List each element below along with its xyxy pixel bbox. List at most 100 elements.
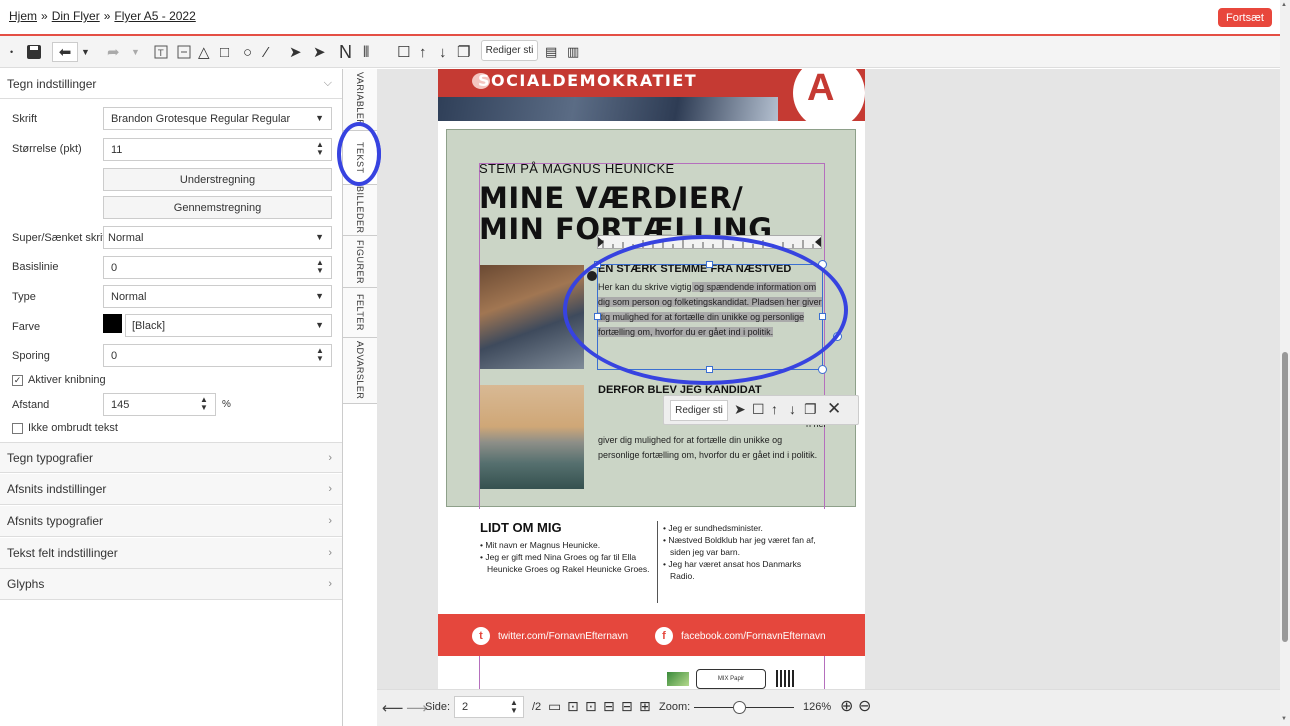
- section-paragraph-settings[interactable]: Afsnits indstillinger ›: [0, 474, 342, 505]
- about-list-left[interactable]: • Mit navn er Magnus Heunicke. • Jeg er …: [480, 539, 650, 575]
- annotation-ellipse: [563, 235, 848, 385]
- facebook-link[interactable]: f facebook.com/FornavnEfternavn: [655, 627, 826, 645]
- breadcrumb-din-flyer[interactable]: Din Flyer: [52, 9, 100, 23]
- breadcrumb-flyer[interactable]: Flyer A5 - 2022: [114, 9, 195, 23]
- kicker-text[interactable]: STEM PÅ MAGNUS HEUNICKE: [479, 161, 674, 176]
- dropdown-arrow-icon: ▼: [315, 232, 324, 242]
- fit-height-icon[interactable]: ⊟: [621, 698, 633, 715]
- section-text-frame-settings[interactable]: Tekst felt indstillinger ›: [0, 538, 342, 569]
- underline-button[interactable]: Understregning: [103, 168, 332, 191]
- type-select[interactable]: Normal ▼: [103, 285, 332, 308]
- body-text-2[interactable]: giver dig mulighed for at fortælle din u…: [598, 433, 823, 463]
- select-arrow-icon[interactable]: ➤: [289, 42, 302, 62]
- facebook-icon: f: [655, 627, 673, 645]
- design-canvas[interactable]: SOCIALDEMOKRATIET A STEM PÅ MAGNUS HEUNI…: [377, 69, 1280, 689]
- arrow-left-icon[interactable]: ⟵: [382, 699, 404, 717]
- zoom-out-icon[interactable]: ⊖: [858, 696, 871, 716]
- save-icon[interactable]: [26, 42, 42, 62]
- stepper-icon[interactable]: ▲ ▼: [314, 347, 326, 364]
- close-icon[interactable]: ✕: [827, 399, 841, 419]
- page-value: 2: [462, 701, 469, 713]
- undo-dropdown-icon[interactable]: ▼: [81, 42, 90, 62]
- line-icon[interactable]: ⁄: [265, 42, 268, 62]
- color-swatch[interactable]: [103, 314, 122, 333]
- superscript-select[interactable]: Normal ▼: [103, 226, 332, 249]
- window-scrollbar[interactable]: ▲ ▼: [1280, 0, 1290, 726]
- section-paragraph-styles[interactable]: Afsnits typografier ›: [0, 506, 342, 537]
- page-settings-icon[interactable]: ▭: [548, 698, 561, 715]
- tab-fields[interactable]: FELTER: [343, 288, 377, 338]
- tab-images[interactable]: BILLEDER: [343, 185, 377, 236]
- page-copy-icon[interactable]: ⊡: [585, 698, 597, 715]
- bring-forward-icon[interactable]: ↑: [419, 42, 427, 62]
- select-arrow-icon[interactable]: ➤: [734, 401, 746, 418]
- text-frame-icon[interactable]: T: [153, 42, 169, 62]
- continue-button[interactable]: Fortsæt: [1218, 8, 1272, 27]
- stepper-icon[interactable]: ▲ ▼: [198, 396, 210, 413]
- twitter-link[interactable]: t twitter.com/FornavnEfternavn: [472, 627, 628, 645]
- scroll-up-icon[interactable]: ▲: [1281, 2, 1287, 8]
- breadcrumb: Hjem» Din Flyer» Flyer A5 - 2022: [9, 9, 196, 23]
- stepper-icon[interactable]: ▲ ▼: [508, 699, 520, 716]
- edit-path-button[interactable]: Rediger sti: [670, 400, 728, 421]
- strikethrough-button[interactable]: Gennemstregning: [103, 196, 332, 219]
- breadcrumb-home[interactable]: Hjem: [9, 9, 37, 23]
- redo-icon[interactable]: ➦: [107, 42, 120, 62]
- page-add-icon[interactable]: ⊡: [567, 698, 579, 715]
- dropdown-arrow-icon: ▼: [315, 291, 324, 301]
- section-character-settings[interactable]: Tegn indstillinger ⌵: [0, 69, 342, 99]
- layer-icon[interactable]: ❐: [804, 401, 817, 418]
- about-title[interactable]: LIDT OM MIG: [480, 520, 562, 535]
- stepper-icon[interactable]: ▲ ▼: [314, 141, 326, 158]
- fit-width-icon[interactable]: ⊟: [603, 698, 615, 715]
- frame-icon[interactable]: ☐: [752, 401, 765, 418]
- frame-icon[interactable]: ☐: [397, 42, 410, 62]
- baseline-input[interactable]: 0 ▲ ▼: [103, 256, 332, 279]
- scrollbar-thumb[interactable]: [1282, 352, 1288, 642]
- fit-page-icon[interactable]: ⊞: [639, 698, 651, 715]
- windmill-photo[interactable]: [480, 385, 584, 489]
- chevron-right-icon: ›: [328, 483, 332, 495]
- spacing-unit: %: [222, 399, 231, 410]
- baseline-value: 0: [111, 261, 118, 274]
- zoom-in-icon[interactable]: ⊕: [840, 696, 853, 716]
- ellipse-icon[interactable]: ○: [243, 42, 252, 62]
- zoom-slider-thumb[interactable]: [733, 701, 746, 714]
- path-tool-icon[interactable]: N: [339, 42, 352, 62]
- redo-dropdown-icon[interactable]: ▼: [131, 42, 140, 62]
- rotate-handle[interactable]: [818, 365, 827, 374]
- pages-icon[interactable]: ▥: [567, 42, 579, 62]
- page-input[interactable]: 2 ▲ ▼: [454, 696, 524, 718]
- bring-forward-icon[interactable]: ↑: [771, 401, 778, 417]
- tracking-input[interactable]: 0 ▲ ▼: [103, 344, 332, 367]
- stepper-icon[interactable]: ▲ ▼: [314, 259, 326, 276]
- document-icon[interactable]: ▤: [545, 42, 557, 62]
- image-frame-icon[interactable]: [176, 42, 192, 62]
- section-title: Glyphs: [7, 577, 45, 591]
- tab-warnings[interactable]: ADVARSLER: [343, 338, 377, 404]
- font-select[interactable]: Brandon Grotesque Regular Regular ▼: [103, 107, 332, 130]
- send-backward-icon[interactable]: ↓: [789, 401, 796, 417]
- layer-icon[interactable]: ❐: [457, 42, 470, 62]
- edit-path-button[interactable]: Rediger sti: [481, 40, 538, 61]
- list-item-text: Mit navn er Magnus Heunicke.: [485, 540, 601, 550]
- align-icon[interactable]: ⫴: [363, 42, 369, 62]
- direct-select-icon[interactable]: ➤: [313, 42, 326, 62]
- size-input[interactable]: 11 ▲ ▼: [103, 138, 332, 161]
- chevron-down-icon: ⌵: [323, 77, 332, 89]
- kerning-checkbox[interactable]: ✓: [12, 375, 23, 386]
- triangle-icon[interactable]: △: [198, 42, 210, 62]
- spacing-input[interactable]: 145 ▲ ▼: [103, 393, 216, 416]
- rectangle-icon[interactable]: □: [220, 42, 229, 62]
- send-backward-icon[interactable]: ↓: [439, 42, 447, 62]
- nowrap-checkbox[interactable]: [12, 423, 23, 434]
- tab-shapes[interactable]: FIGURER: [343, 236, 377, 288]
- section-glyphs[interactable]: Glyphs ›: [0, 569, 342, 600]
- tab-label: FIGURER: [355, 239, 365, 284]
- fsc-logo-text: MIX Papir: [717, 676, 745, 682]
- scroll-down-icon[interactable]: ▼: [1281, 716, 1287, 722]
- undo-icon[interactable]: ⬅: [52, 42, 78, 62]
- color-select[interactable]: [Black] ▼: [125, 314, 332, 337]
- section-character-styles[interactable]: Tegn typografier ›: [0, 442, 342, 473]
- about-list-right[interactable]: • Jeg er sundhedsminister. • Næstved Bol…: [663, 522, 823, 582]
